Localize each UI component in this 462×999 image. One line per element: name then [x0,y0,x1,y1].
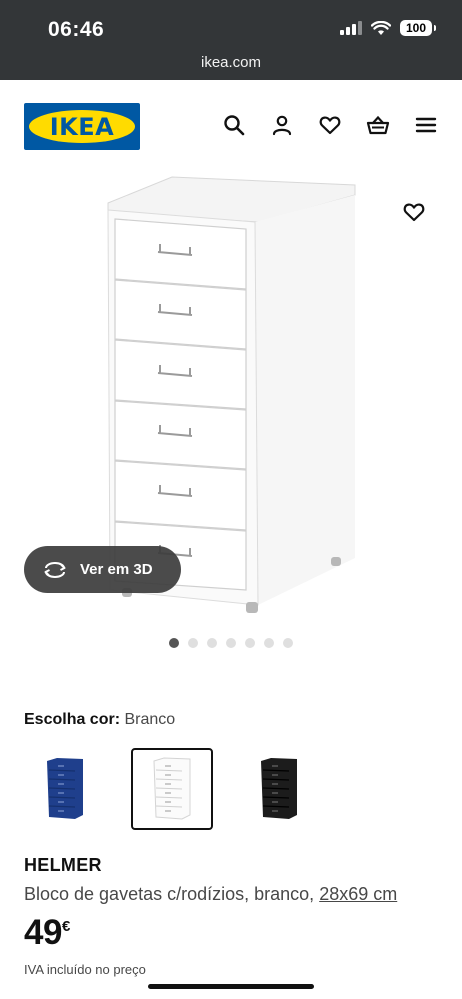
status-bar: 06:46 100 ikea.com [0,0,462,80]
wifi-icon [371,20,391,35]
gallery-dot[interactable] [169,638,179,648]
swatch-white-image [153,757,191,820]
add-to-favourites-icon[interactable] [402,200,426,224]
color-swatches [24,748,320,830]
ikea-logo[interactable]: IKEA [24,103,140,150]
site-header: IKEA [0,80,462,172]
rotate-3d-icon [44,561,66,578]
product-size-link[interactable]: 28x69 cm [319,884,397,904]
cellular-signal-icon [340,21,362,35]
status-icons: 100 [340,20,436,36]
gallery-dot[interactable] [188,638,198,648]
account-icon[interactable] [270,113,294,137]
product-description-text: Bloco de gavetas c/rodízios, branco, [24,884,315,904]
gallery-dot[interactable] [264,638,274,648]
swatch-blue-image [47,758,83,819]
swatch-black-image [261,758,297,819]
header-actions [222,113,438,137]
gallery-dot[interactable] [226,638,236,648]
view-in-3d-button[interactable]: Ver em 3D [24,546,181,593]
heart-icon[interactable] [318,113,342,137]
color-value: Branco [124,711,176,728]
gallery-dot[interactable] [207,638,217,648]
battery-icon: 100 [400,20,436,36]
gallery-dot[interactable] [283,638,293,648]
basket-icon[interactable] [366,113,390,137]
price-amount: 49 [24,913,62,952]
swatch-black[interactable] [238,748,320,830]
logo-text: IKEA [49,112,115,141]
product-price: 49 € [24,913,70,953]
product-gallery[interactable]: Ver em 3D [0,172,462,622]
home-indicator [148,984,314,989]
swatch-blue[interactable] [24,748,106,830]
gallery-pagination [0,638,462,648]
search-icon[interactable] [222,113,246,137]
color-label: Escolha cor: [24,711,121,728]
url-bar[interactable]: ikea.com [0,54,462,71]
logo-oval: IKEA [29,110,135,143]
gallery-dot[interactable] [245,638,255,648]
product-description: Bloco de gavetas c/rodízios, branco, 28x… [24,884,397,905]
view-in-3d-label: Ver em 3D [80,561,153,578]
product-name: HELMER [24,855,102,875]
color-selection: Escolha cor: Branco [24,711,175,729]
status-time: 06:46 [48,18,105,41]
menu-icon[interactable] [414,113,438,137]
price-currency: € [61,918,71,935]
vat-note: IVA incluído no preço [24,962,146,977]
swatch-white[interactable] [131,748,213,830]
